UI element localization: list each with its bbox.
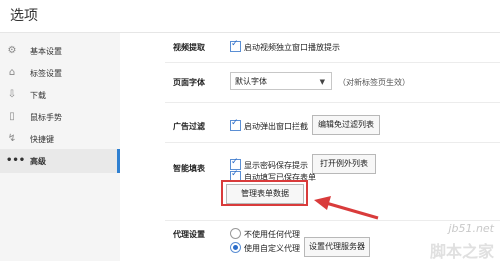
annotation-arrow (314, 196, 379, 220)
section-divider (165, 220, 500, 221)
custom-proxy-radio-label: 使用自定义代理 (244, 244, 300, 253)
proxy-section-label: 代理设置 (173, 230, 205, 239)
no-proxy-radio[interactable] (230, 228, 241, 239)
custom-proxy-radio[interactable] (230, 242, 241, 253)
no-proxy-radio-label: 不使用任何代理 (244, 230, 300, 239)
set-proxy-server-button[interactable]: 设置代理服务器 (304, 237, 370, 257)
watermark-site-name: 脚本之家 (429, 242, 494, 261)
watermark-url: jb51.net (448, 222, 494, 235)
